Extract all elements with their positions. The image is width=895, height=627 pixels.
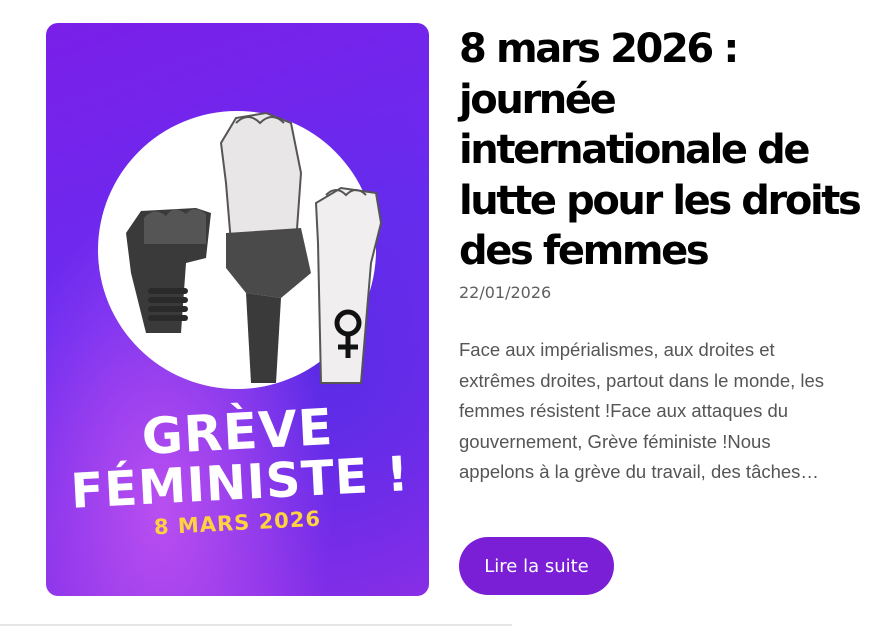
middle-fist-icon — [219, 111, 311, 383]
article-image[interactable]: GRÈVE FÉMINISTE ! 8 MARS 2026 — [46, 23, 429, 596]
read-more-button[interactable]: Lire la suite — [459, 537, 614, 595]
article-date: 22/01/2026 — [459, 283, 552, 302]
raised-fists-illustration — [126, 111, 383, 384]
article-excerpt: Face aux impérialismes, aux droites et e… — [459, 339, 825, 482]
article-title[interactable]: 8 mars 2026 : journée internationale de … — [459, 24, 869, 277]
divider — [0, 624, 512, 626]
left-fist-icon — [126, 208, 211, 333]
right-fist-icon — [314, 186, 383, 384]
